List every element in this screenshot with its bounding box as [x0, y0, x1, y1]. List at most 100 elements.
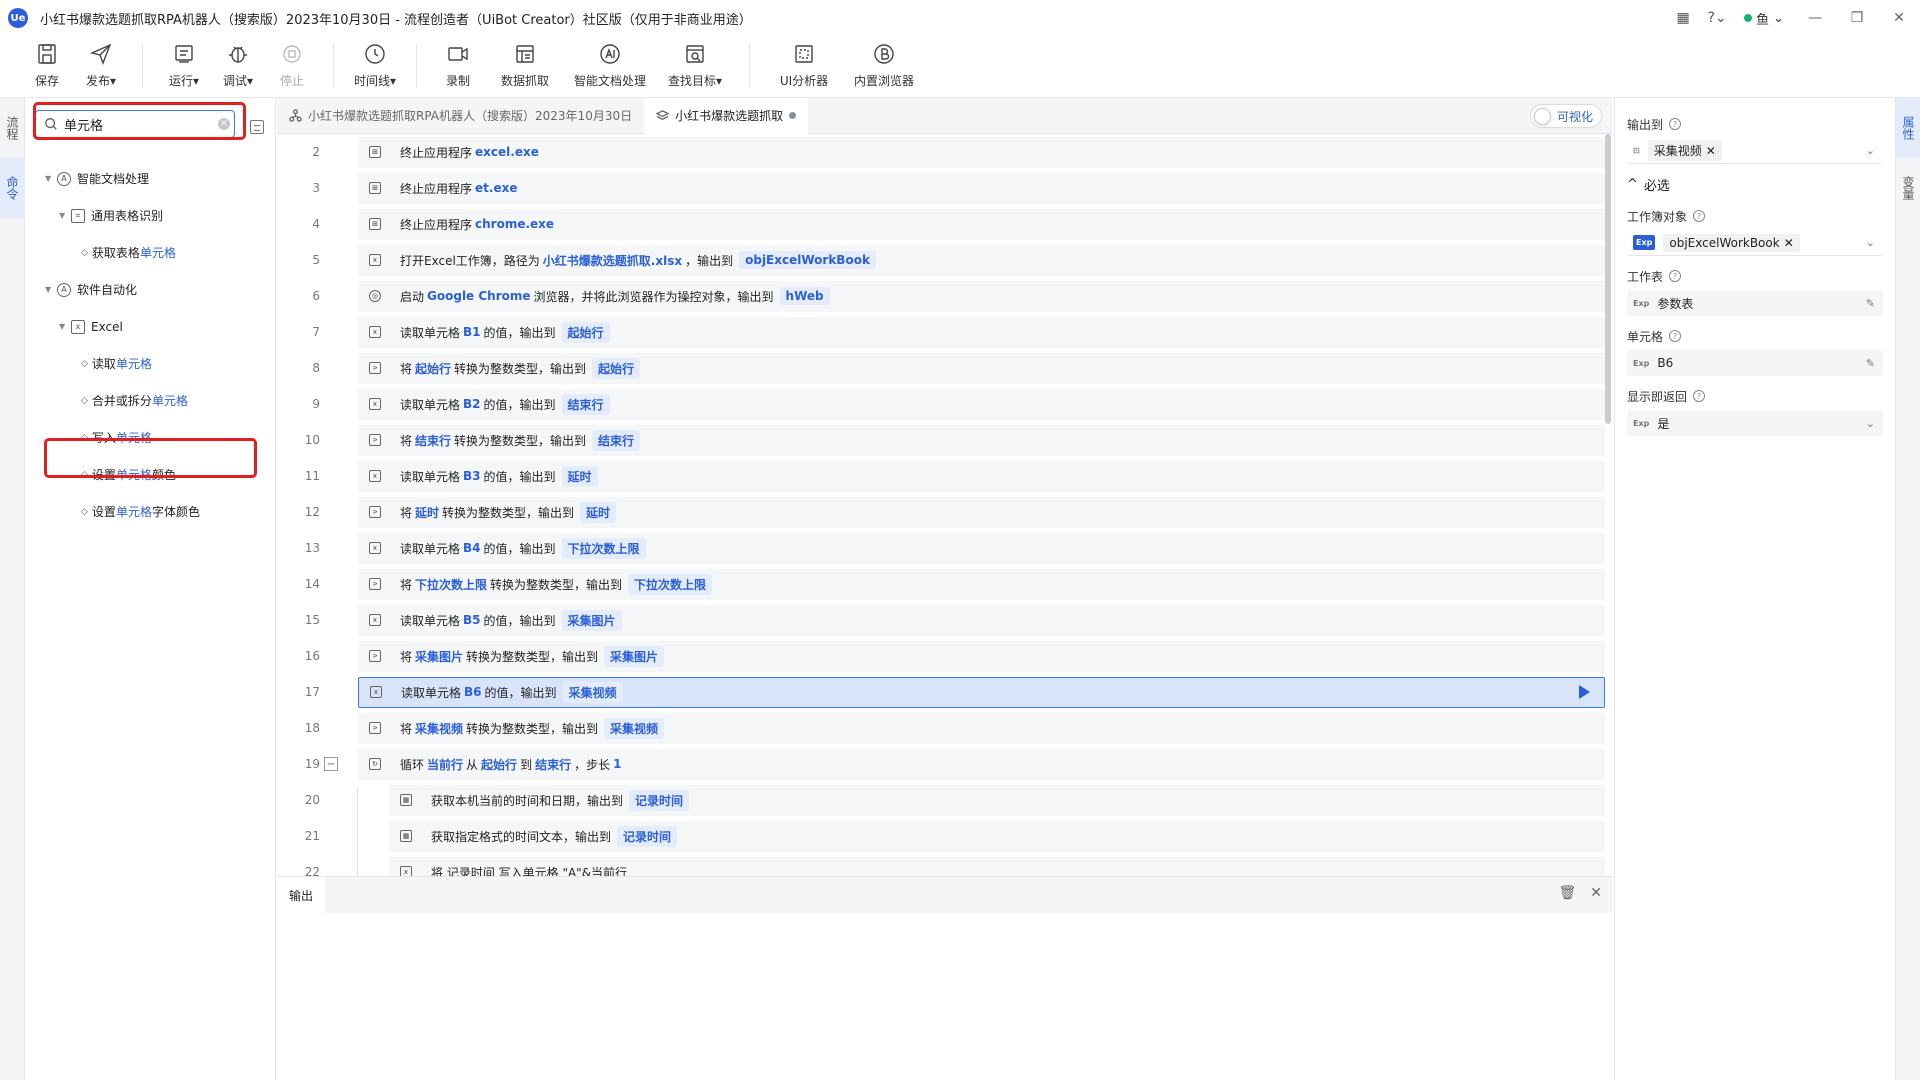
ui-analyzer-button[interactable]: UI分析器: [764, 36, 844, 94]
variable-icon: ⊡: [1633, 146, 1640, 155]
document-tabs: 小红书爆款选题抓取RPA机器人（搜索版）2023年10月30日 小红书爆款选题抓…: [277, 97, 1612, 134]
statement[interactable]: > 将采集图片 转换为整数类型，输出到 采集图片: [358, 640, 1605, 672]
tab-properties[interactable]: 属性: [1896, 98, 1920, 158]
tab-variables[interactable]: 变量: [1896, 158, 1920, 218]
statement[interactable]: ⊞ 终止应用程序 chrome.exe: [358, 208, 1605, 240]
output-to-label: 输出到?: [1627, 114, 1883, 134]
builtin-browser-button[interactable]: 内置浏览器: [844, 36, 924, 94]
tab-flow-active[interactable]: 小红书爆款选题抓取: [644, 97, 809, 134]
statement[interactable]: > 将采集视频 转换为整数类型，输出到 采集视频: [358, 712, 1605, 744]
online-status-icon: [1744, 14, 1753, 22]
close-window-button[interactable]: ✕: [1878, 0, 1920, 36]
save-button[interactable]: 保存: [20, 36, 74, 94]
tab-project[interactable]: 小红书爆款选题抓取RPA机器人（搜索版）2023年10月30日: [277, 98, 644, 134]
convert-icon: >: [358, 713, 392, 744]
title-bar: Ue 小红书爆款选题抓取RPA机器人（搜索版）2023年10月30日 - 流程创…: [0, 0, 1920, 36]
minimize-button[interactable]: —: [1794, 0, 1836, 36]
debug-button[interactable]: 调试▾: [211, 36, 265, 94]
statement[interactable]: > 将延时 转换为整数类型，输出到 延时: [358, 496, 1605, 528]
required-section-header[interactable]: ^ 必选: [1627, 174, 1883, 194]
run-button[interactable]: 运行▾: [157, 36, 211, 94]
command-panel: ✕ ▼ A 智能文档处理 ▼ ⌗ 通用表格识别 ◇ 获取表格单元格 ▼ A 软件…: [25, 98, 276, 1080]
stop-button[interactable]: 停止: [265, 36, 319, 94]
sheet-field[interactable]: Exp 参数表 ✎: [1627, 290, 1883, 316]
toolbar-divider: [333, 44, 334, 88]
statement[interactable]: x 读取单元格 B3 的值，输出到 延时: [358, 460, 1605, 492]
main-toolbar: 保存 发布▾ 运行▾ 调试▾ 停止 时间线▾ 录制 数据抓取 智能文档处理 查找…: [0, 36, 1920, 98]
data-scrape-button[interactable]: 数据抓取: [485, 36, 565, 94]
output-to-field[interactable]: ⊡ 采集视频 ✕ ⌄: [1627, 138, 1883, 164]
statement[interactable]: > 将起始行 转换为整数类型，输出到 起始行: [358, 352, 1605, 384]
record-button[interactable]: 录制: [431, 36, 485, 94]
app-stop-icon: ⊞: [358, 137, 392, 168]
flow-row: 20 ▦ 获取本机当前的时间和日期，输出到 记录时间: [277, 782, 1612, 818]
trash-icon[interactable]: 🗑: [1558, 885, 1576, 901]
statement[interactable]: > 将结束行 转换为整数类型，输出到 结束行: [358, 424, 1605, 456]
tab-output[interactable]: 输出: [277, 877, 326, 913]
tree-item-set-cell-font-color[interactable]: ◇ 设置 单元格 字体颜色: [25, 493, 276, 530]
chevron-down-icon: ⌄: [1773, 10, 1784, 26]
user-menu[interactable]: 鱼 ⌄: [1744, 9, 1784, 28]
publish-button[interactable]: 发布▾: [74, 36, 128, 94]
chevron-down-icon: ⌄: [1865, 144, 1875, 157]
flow-row: 5 x 打开Excel工作簿，路径为 小红书爆款选题抓取.xlsx ，输出到 objE…: [277, 242, 1612, 278]
statement[interactable]: x 读取单元格 B5 的值，输出到 采集图片: [358, 604, 1605, 636]
find-target-button[interactable]: 查找目标▾: [655, 36, 735, 94]
edit-icon[interactable]: ✎: [1866, 297, 1875, 310]
statement[interactable]: x 将 记录时间 写入单元格 "A"&当前行: [389, 856, 1605, 876]
chevron-up-icon: ^: [1627, 176, 1638, 192]
excel-icon: x: [358, 389, 392, 420]
idp-button[interactable]: 智能文档处理: [565, 36, 655, 94]
statement-loop[interactable]: ↻ 循环 当前行从起始行到结束行 ，步长 1: [358, 748, 1605, 780]
statement[interactable]: x 打开Excel工作簿，路径为 小红书爆款选题抓取.xlsx ，输出到 objExc…: [358, 244, 1605, 276]
show-return-select[interactable]: Exp 是 ⌄: [1627, 410, 1883, 436]
help-icon: ?: [1669, 118, 1682, 130]
statement-selected[interactable]: x 读取单元格 B6 的值，输出到 采集视频: [358, 676, 1605, 708]
statement[interactable]: x 读取单元格 B1 的值，输出到 起始行: [358, 316, 1605, 348]
ui-analyzer-icon: [795, 45, 813, 63]
flow-row: 9 x 读取单元格 B2 的值，输出到 结束行: [277, 386, 1612, 422]
collapse-all-icon[interactable]: [250, 120, 264, 134]
statement[interactable]: ⊞ 终止应用程序 excel.exe: [358, 136, 1605, 168]
expression-toggle-icon[interactable]: Exp: [1633, 359, 1649, 368]
output-header: 输出: [277, 877, 1612, 913]
visualize-toggle[interactable]: 可视化: [1529, 104, 1602, 128]
flow-row: 8 > 将起始行 转换为整数类型，输出到 起始行: [277, 350, 1612, 386]
restore-button[interactable]: ❐: [1836, 0, 1878, 36]
tab-flow[interactable]: 流程: [0, 98, 25, 158]
diamond-icon: ◇: [81, 395, 88, 406]
editor-scrollbar[interactable]: [1605, 134, 1611, 424]
timeline-button[interactable]: 时间线▾: [348, 36, 402, 94]
expression-toggle-icon[interactable]: Exp: [1633, 235, 1656, 250]
cell-field[interactable]: Exp B6 ✎: [1627, 350, 1883, 376]
expression-toggle-icon[interactable]: Exp: [1633, 299, 1649, 308]
run-line-play-icon[interactable]: [1579, 685, 1590, 699]
bug-icon: [229, 46, 247, 63]
apps-grid-icon[interactable]: ▦: [1666, 0, 1700, 36]
close-icon[interactable]: ✕: [1590, 885, 1602, 901]
flow-row: 12 > 将延时 转换为整数类型，输出到 延时: [277, 494, 1612, 530]
tree-group-excel[interactable]: ▼ x Excel: [25, 308, 276, 345]
statement[interactable]: > 将下拉次数上限 转换为整数类型，输出到 下拉次数上限: [358, 568, 1605, 600]
edit-icon[interactable]: ✎: [1866, 357, 1875, 370]
tree-item-read-cell[interactable]: ◇ 读取 单元格: [25, 345, 276, 382]
statement[interactable]: x 读取单元格 B2 的值，输出到 结束行: [358, 388, 1605, 420]
tree-item-merge-split-cell[interactable]: ◇ 合并或拆分 单元格: [25, 382, 276, 419]
tab-commands[interactable]: 命令: [0, 158, 25, 218]
statement[interactable]: ▦ 获取本机当前的时间和日期，输出到 记录时间: [389, 784, 1605, 816]
statement[interactable]: ◎ 启动 Google Chrome 浏览器，并将此浏览器作为操控对象，输出到 hWe…: [358, 280, 1605, 312]
tree-group-idp[interactable]: ▼ A 智能文档处理: [25, 160, 276, 197]
flow-row: 2 ⊞ 终止应用程序 excel.exe: [277, 134, 1612, 170]
expression-toggle-icon[interactable]: Exp: [1633, 419, 1649, 428]
sheet-label: 工作表?: [1627, 266, 1883, 286]
tree-group-software-automation[interactable]: ▼ A 软件自动化: [25, 271, 276, 308]
collapse-minus-icon[interactable]: −: [324, 757, 338, 771]
tree-item-get-table-cell[interactable]: ◇ 获取表格 单元格: [25, 234, 276, 271]
excel-icon: x: [358, 605, 392, 636]
statement[interactable]: ▦ 获取指定格式的时间文本，输出到 记录时间: [389, 820, 1605, 852]
statement[interactable]: ⊞ 终止应用程序 et.exe: [358, 172, 1605, 204]
tree-group-table-recognition[interactable]: ▼ ⌗ 通用表格识别: [25, 197, 276, 234]
statement[interactable]: x 读取单元格 B4 的值，输出到 下拉次数上限: [358, 532, 1605, 564]
help-icon[interactable]: ?⌄: [1700, 0, 1734, 36]
workbook-field[interactable]: Exp objExcelWorkBook ✕ ⌄: [1627, 230, 1883, 256]
